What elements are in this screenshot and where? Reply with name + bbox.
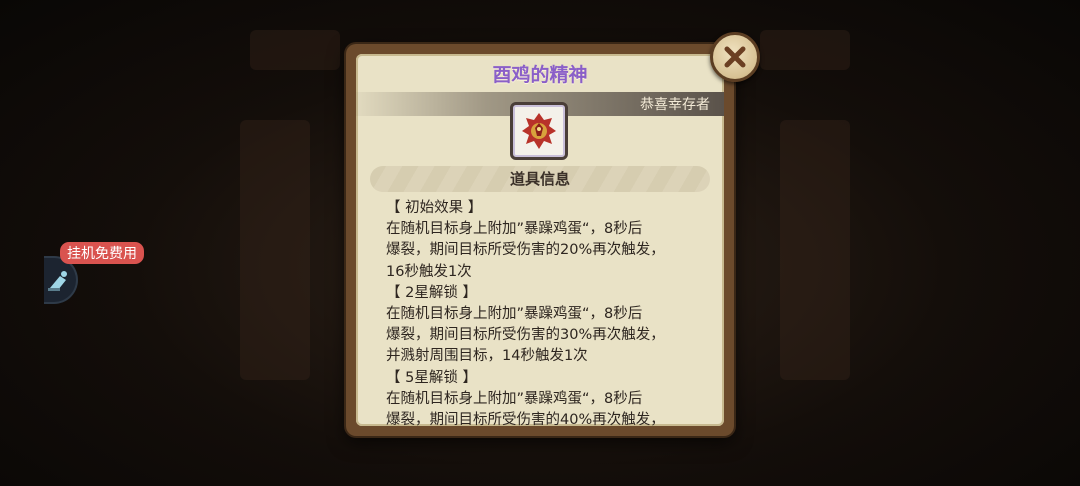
description-line: 在随机目标身上附加”暴躁鸡蛋“，8秒后: [386, 306, 643, 323]
close-icon: [724, 46, 746, 68]
rooster-emblem-icon: [510, 102, 568, 160]
description-line: 【 2星解锁 】: [386, 284, 477, 301]
dialog-panel: 酉鸡的精神 恭喜幸存者 道具信息 【 初始效果 】 在随机目标身上附加”暴躁鸡蛋…: [356, 54, 724, 426]
close-button[interactable]: [710, 32, 760, 82]
idle-free-label[interactable]: 挂机免费用: [60, 242, 144, 264]
background-shape: [250, 30, 340, 70]
description-line: 【 初始效果 】: [386, 200, 483, 216]
banner-text: 恭喜幸存者: [640, 97, 710, 113]
idle-free-button[interactable]: 挂机免费用: [44, 242, 164, 304]
description-line: 在随机目标身上附加”暴躁鸡蛋“，8秒后: [386, 390, 643, 407]
description-line: 【 5星解锁 】: [386, 369, 477, 386]
description-line: 爆裂，期间目标所受伤害的30%再次触发，: [386, 327, 665, 344]
section-title: 道具信息: [370, 166, 710, 192]
description-line: 在随机目标身上附加”暴躁鸡蛋“，8秒后: [386, 221, 643, 238]
description-line: 爆裂，期间目标所受伤害的40%再次触发，: [386, 412, 665, 426]
dialog-title: 酉鸡的精神: [492, 64, 588, 86]
item-info-dialog: 酉鸡的精神 恭喜幸存者 道具信息 【 初始效果 】 在随机目标身上附加”暴躁鸡蛋…: [346, 44, 734, 436]
background-shape: [240, 120, 310, 380]
description-line: 爆裂，期间目标所受伤害的20%再次触发，: [386, 242, 665, 259]
description-line: 16秒触发1次: [386, 263, 472, 280]
background-shape: [780, 120, 850, 380]
background-shape: [760, 30, 850, 70]
description-line: 并溅射周围目标，14秒触发1次: [386, 348, 588, 365]
item-description: 【 初始效果 】 在随机目标身上附加”暴躁鸡蛋“，8秒后 爆裂，期间目标所受伤害…: [386, 198, 706, 426]
